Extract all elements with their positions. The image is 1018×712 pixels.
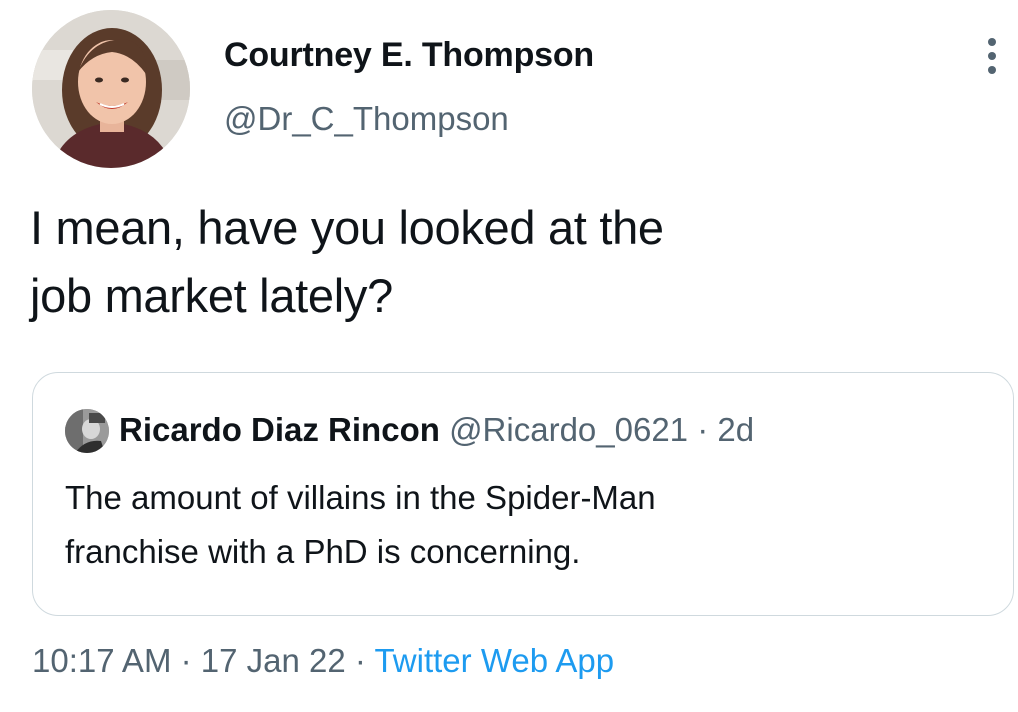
tweet-meta: 10:17 AM · 17 Jan 22 · Twitter Web App <box>32 642 614 680</box>
author-name[interactable]: Courtney E. Thompson <box>224 36 594 75</box>
avatar-photo <box>32 10 190 168</box>
quoted-tweet-text: The amount of villains in the Spider-Man… <box>65 471 985 579</box>
tweet-date[interactable]: 17 Jan 22 <box>201 642 346 679</box>
quoted-text-line: The amount of villains in the Spider-Man <box>65 479 656 516</box>
quoted-author-name[interactable]: Ricardo Diaz Rincon <box>119 411 440 448</box>
quoted-author-handle[interactable]: @Ricardo_0621 <box>449 411 688 448</box>
quoted-text-line: franchise with a PhD is concerning. <box>65 533 581 570</box>
quoted-tweet-time[interactable]: 2d <box>717 411 754 448</box>
more-options-icon[interactable] <box>972 34 1012 78</box>
quoted-avatar-photo <box>65 409 109 453</box>
tweet-text: I mean, have you looked at the job marke… <box>30 194 980 330</box>
quoted-tweet[interactable]: Ricardo Diaz Rincon @Ricardo_0621 · 2d T… <box>32 372 1014 616</box>
separator-dot: · <box>171 642 201 679</box>
tweet-text-line: I mean, have you looked at the <box>30 201 664 254</box>
tweet-text-line: job market lately? <box>30 269 393 322</box>
separator-dot: · <box>697 411 718 448</box>
author-handle[interactable]: @Dr_C_Thompson <box>224 100 509 138</box>
quoted-author-avatar[interactable] <box>65 409 109 453</box>
tweet-time[interactable]: 10:17 AM <box>32 642 171 679</box>
tweet-card: Courtney E. Thompson @Dr_C_Thompson I me… <box>0 0 1018 712</box>
author-avatar[interactable] <box>32 10 190 168</box>
separator-dot: · <box>345 642 375 679</box>
tweet-source-link[interactable]: Twitter Web App <box>374 642 614 679</box>
quoted-tweet-header: Ricardo Diaz Rincon @Ricardo_0621 · 2d <box>119 411 754 449</box>
